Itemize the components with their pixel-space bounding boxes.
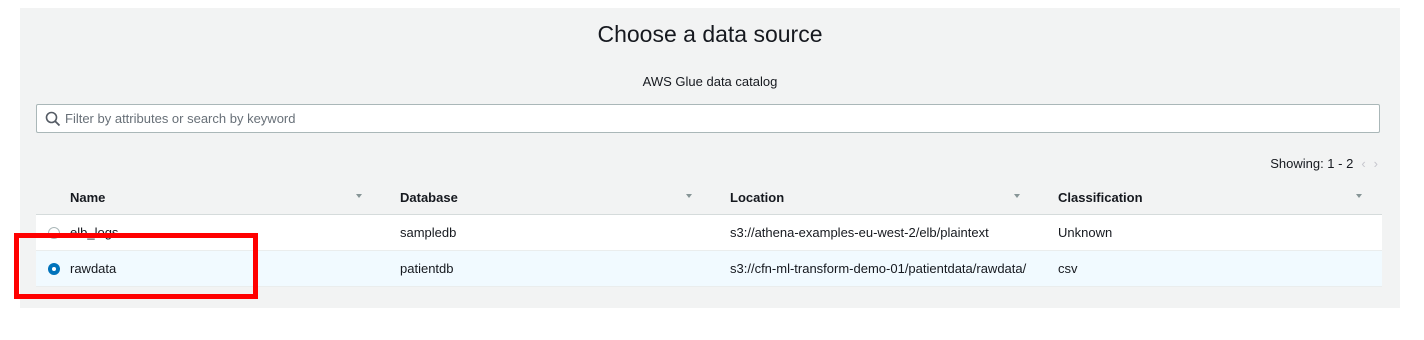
column-header-label: Database xyxy=(400,189,458,205)
classification: csv xyxy=(1058,261,1078,276)
search-input[interactable] xyxy=(65,111,1379,126)
sort-caret-icon[interactable] xyxy=(1014,194,1020,198)
column-header-classification[interactable]: Classification xyxy=(1040,180,1382,215)
showing-count: Showing: 1 - 2 xyxy=(1270,156,1354,171)
next-page-button[interactable]: › xyxy=(1374,156,1378,171)
search-icon xyxy=(45,111,61,127)
sort-caret-icon[interactable] xyxy=(356,194,362,198)
location-path: s3://cfn-ml-transform-demo-01/patientdat… xyxy=(730,261,1027,276)
sort-caret-icon[interactable] xyxy=(1356,194,1362,198)
table-row[interactable]: elb_logs sampledb s3://athena-examples-e… xyxy=(36,214,1382,251)
dialog-title: Choose a data source xyxy=(597,21,823,47)
database-name: patientdb xyxy=(400,261,454,276)
column-header-label: Location xyxy=(730,189,785,205)
pagination: Showing: 1 - 2 ‹ › xyxy=(1270,156,1378,171)
data-source-panel: Choose a data source AWS Glue data catal… xyxy=(20,8,1400,308)
table-header-row: Name Database Location Classification xyxy=(36,180,1382,215)
classification: Unknown xyxy=(1058,225,1113,240)
location-path: s3://athena-examples-eu-west-2/elb/plain… xyxy=(730,225,989,240)
table-name: rawdata xyxy=(70,261,117,276)
table-row[interactable]: rawdata patientdb s3://cfn-ml-transform-… xyxy=(36,250,1382,287)
column-header-label: Name xyxy=(70,189,106,205)
tables-table: Name Database Location Classification el… xyxy=(36,180,1382,287)
database-name: sampledb xyxy=(400,225,457,240)
column-header-label: Classification xyxy=(1058,189,1143,205)
previous-page-button[interactable]: ‹ xyxy=(1361,156,1365,171)
column-header-location[interactable]: Location xyxy=(712,180,1040,215)
row-radio-button[interactable] xyxy=(48,226,60,239)
search-box[interactable] xyxy=(36,104,1380,133)
catalog-label: AWS Glue data catalog xyxy=(642,74,778,89)
sort-caret-icon[interactable] xyxy=(686,194,692,198)
table-name: elb_logs xyxy=(70,225,119,240)
column-header-name[interactable]: Name xyxy=(36,180,382,215)
row-radio-button[interactable] xyxy=(48,262,60,275)
column-header-database[interactable]: Database xyxy=(382,180,712,215)
